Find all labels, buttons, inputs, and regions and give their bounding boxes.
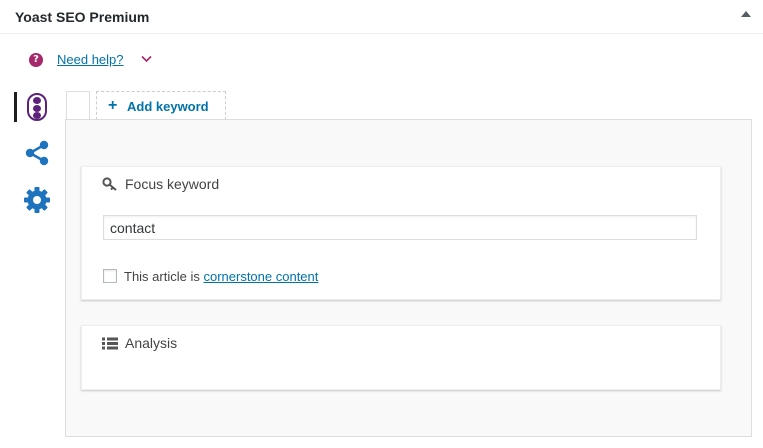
collapse-arrow-icon[interactable]	[741, 11, 751, 17]
focus-keyword-card: Focus keyword This article is cornerston…	[81, 166, 721, 300]
list-icon	[102, 337, 118, 350]
add-keyword-label: Add keyword	[127, 99, 209, 114]
metabox-title: Yoast SEO Premium	[15, 9, 150, 25]
chevron-down-icon[interactable]	[141, 55, 152, 63]
focus-keyword-input[interactable]	[103, 215, 697, 240]
analysis-title: Analysis	[125, 335, 178, 351]
cornerstone-checkbox[interactable]	[103, 269, 117, 283]
traffic-light-icon	[27, 93, 47, 121]
add-keyword-button[interactable]: + Add keyword	[96, 91, 226, 120]
focus-keyword-title: Focus keyword	[125, 176, 220, 192]
share-icon[interactable]	[24, 140, 50, 166]
cornerstone-label: This article is cornerstone content	[124, 269, 318, 284]
gear-icon[interactable]	[23, 186, 51, 214]
question-circle-icon[interactable]: ?	[29, 53, 43, 67]
cornerstone-link[interactable]: cornerstone content	[203, 269, 318, 284]
cornerstone-prefix: This article is	[124, 269, 204, 284]
keyword-tab[interactable]	[66, 91, 90, 119]
active-tab-indicator	[14, 92, 17, 122]
need-help-link[interactable]: Need help?	[57, 52, 124, 67]
key-icon	[102, 177, 117, 191]
plus-icon: +	[108, 97, 118, 114]
analysis-card[interactable]: Analysis	[81, 325, 721, 390]
tab-readability[interactable]	[14, 90, 50, 124]
metabox-header: Yoast SEO Premium	[0, 0, 763, 34]
